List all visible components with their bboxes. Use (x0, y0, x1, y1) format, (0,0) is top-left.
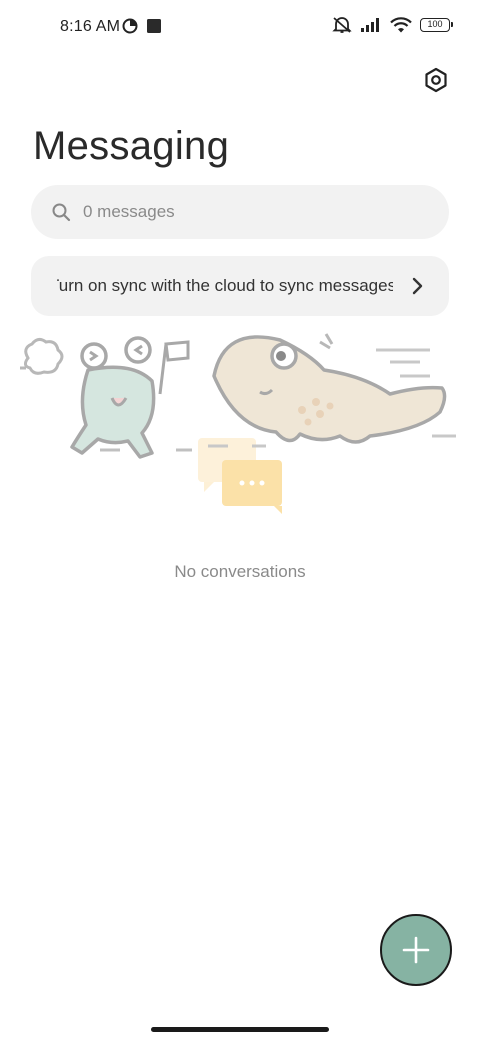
search-bar[interactable] (31, 185, 449, 239)
wifi-icon (390, 17, 412, 33)
chat-bubbles-icon (198, 438, 282, 514)
search-input[interactable] (83, 202, 403, 222)
sync-banner-text: Turn on sync with the cloud to sync mess… (57, 276, 393, 295)
settings-hexagon-icon (425, 67, 447, 93)
status-time: 8:16 AM (60, 18, 121, 35)
plus-icon (402, 936, 430, 964)
messaging-screen: 8:16 AM 100 Messaging 0 messages Turn on… (0, 0, 480, 1040)
battery-icon: 100 (420, 18, 453, 32)
empty-state-text: No conversations (174, 562, 306, 581)
signal-icon (361, 18, 379, 32)
chevron-right-icon (412, 277, 423, 295)
frog-icon (70, 336, 192, 459)
mute-icon (332, 17, 352, 33)
stop-square-icon (147, 19, 161, 33)
sync-banner[interactable]: Turn on sync with the cloud to sync mess… (31, 256, 449, 316)
home-indicator[interactable] (151, 1027, 329, 1032)
new-conversation-button[interactable] (380, 914, 452, 986)
search-icon (52, 203, 71, 222)
settings-button[interactable] (422, 66, 450, 94)
status-left-icons (122, 18, 162, 34)
empty-state-illustration (20, 333, 456, 514)
dust-cloud-icon (20, 337, 64, 375)
page-title: Messaging (33, 124, 230, 168)
status-right-icons: 100 (332, 16, 453, 34)
status-bar: 8:16 AM 100 (0, 0, 480, 56)
data-saver-icon (122, 18, 138, 34)
lizard-icon (208, 333, 456, 448)
